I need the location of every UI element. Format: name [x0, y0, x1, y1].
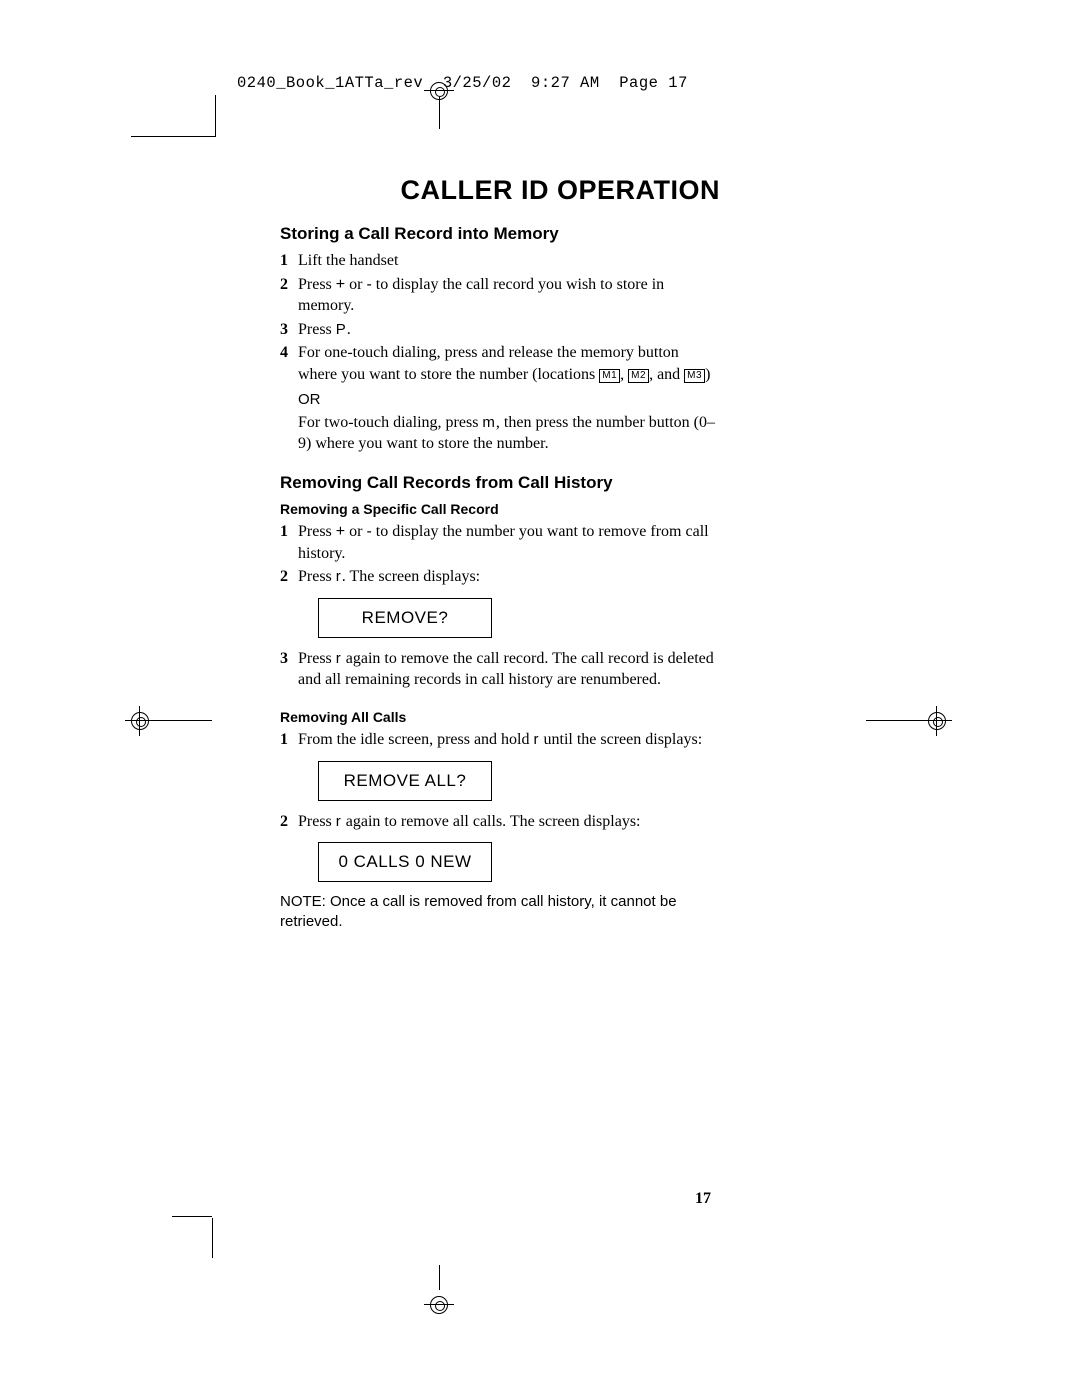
- steps-remove-all-cont: 2 Press r again to remove all calls. The…: [280, 811, 720, 833]
- registration-cross-h-left: [125, 720, 155, 721]
- step-number: 3: [280, 648, 298, 691]
- step-number: 2: [280, 274, 298, 317]
- lcd-display-remove: REMOVE?: [318, 598, 492, 638]
- text: Press: [298, 650, 336, 667]
- text: until the screen displays:: [540, 731, 703, 748]
- step-text: Press + or - to display the call record …: [298, 274, 720, 317]
- memory-button-label: m: [482, 414, 496, 431]
- content-column: CALLER ID OPERATION Storing a Call Recor…: [280, 175, 720, 933]
- step-number: 3: [280, 319, 298, 341]
- registration-cross-v-right: [936, 706, 937, 736]
- step-number: 2: [280, 811, 298, 833]
- step-number: 1: [280, 729, 298, 751]
- registration-cross-h-bottom: [424, 1304, 454, 1305]
- plus-key: +: [336, 523, 345, 540]
- lcd-display-zero-calls: 0 CALLS 0 NEW: [318, 842, 492, 882]
- page-number: 17: [695, 1190, 711, 1208]
- text: From the idle screen, press and hold: [298, 731, 534, 748]
- crop-line-vertical-top: [439, 97, 440, 129]
- text: Press: [298, 523, 336, 540]
- text: , and: [649, 366, 684, 383]
- text: ): [705, 366, 710, 383]
- steps-store: 1 Lift the handset 2 Press + or - to dis…: [280, 250, 720, 455]
- step-text: Press r. The screen displays:: [298, 566, 720, 588]
- step-number: 2: [280, 566, 298, 588]
- registration-cross-v-left: [139, 706, 140, 736]
- text: ,: [620, 366, 628, 383]
- step-text: Press P.: [298, 319, 720, 341]
- section-heading-store: Storing a Call Record into Memory: [280, 224, 720, 244]
- registration-mark-bottom: [430, 1296, 448, 1314]
- crop-corner-v-bl: [212, 1218, 213, 1258]
- step-text: Press r again to remove all calls. The s…: [298, 811, 720, 833]
- text: again to remove the call record. The cal…: [298, 650, 714, 689]
- step: 2 Press r again to remove all calls. The…: [280, 811, 720, 833]
- text: Press: [298, 321, 336, 338]
- step-text: For one-touch dialing, press and release…: [298, 342, 720, 455]
- m3-keycap: M3: [684, 369, 705, 383]
- text: . The screen displays:: [342, 568, 480, 585]
- text: Press: [298, 276, 336, 293]
- subheading-remove-specific: Removing a Specific Call Record: [280, 501, 720, 517]
- page-title: CALLER ID OPERATION: [280, 175, 720, 206]
- text: again to remove all calls. The screen di…: [342, 813, 641, 830]
- registration-mark-right: [928, 712, 946, 730]
- registration-cross-h: [424, 90, 454, 91]
- m1-keycap: M1: [599, 369, 620, 383]
- crop-line-vertical: [215, 95, 216, 137]
- step: 1 Press + or - to display the number you…: [280, 521, 720, 564]
- step: 2 Press r. The screen displays:: [280, 566, 720, 588]
- subheading-remove-all: Removing All Calls: [280, 709, 720, 725]
- step: 3 Press r again to remove the call recor…: [280, 648, 720, 691]
- crop-line-horizontal: [131, 136, 215, 137]
- step-number: 4: [280, 342, 298, 455]
- text: .: [347, 321, 351, 338]
- registration-mark-left: [131, 712, 149, 730]
- text: or: [345, 276, 366, 293]
- text: Press: [298, 813, 336, 830]
- crop-line-right: [866, 720, 926, 721]
- m2-keycap: M2: [628, 369, 649, 383]
- or-label: OR: [298, 390, 720, 410]
- steps-remove-specific: 1 Press + or - to display the number you…: [280, 521, 720, 588]
- registration-cross-h-right: [922, 720, 952, 721]
- steps-remove-all: 1 From the idle screen, press and hold r…: [280, 729, 720, 751]
- plus-key: +: [336, 276, 345, 293]
- section-heading-remove: Removing Call Records from Call History: [280, 473, 720, 493]
- step-text: Press + or - to display the number you w…: [298, 521, 720, 564]
- registration-mark-top: [430, 82, 448, 100]
- step-number: 1: [280, 521, 298, 564]
- prog-button-label: P: [336, 321, 347, 338]
- crop-line-left: [152, 720, 212, 721]
- text: or: [345, 523, 366, 540]
- text: Press: [298, 568, 336, 585]
- crop-line-vertical-bottom: [439, 1265, 440, 1290]
- steps-remove-specific-cont: 3 Press r again to remove the call recor…: [280, 648, 720, 691]
- print-slug: 0240_Book_1ATTa_rev 3/25/02 9:27 AM Page…: [237, 74, 688, 92]
- step-text: Press r again to remove the call record.…: [298, 648, 720, 691]
- lcd-display-remove-all: REMOVE ALL?: [318, 761, 492, 801]
- step: 1 Lift the handset: [280, 250, 720, 272]
- step: 4 For one-touch dialing, press and relea…: [280, 342, 720, 455]
- step-text: From the idle screen, press and hold r u…: [298, 729, 720, 751]
- crop-corner-h-bl: [172, 1216, 212, 1217]
- step-number: 1: [280, 250, 298, 272]
- step-text: Lift the handset: [298, 250, 720, 272]
- note-text: NOTE: Once a call is removed from call h…: [280, 892, 720, 933]
- step: 2 Press + or - to display the call recor…: [280, 274, 720, 317]
- step: 3 Press P.: [280, 319, 720, 341]
- step: 1 From the idle screen, press and hold r…: [280, 729, 720, 751]
- page: 0240_Book_1ATTa_rev 3/25/02 9:27 AM Page…: [0, 0, 1080, 1397]
- text: For two-touch dialing, press: [298, 414, 482, 431]
